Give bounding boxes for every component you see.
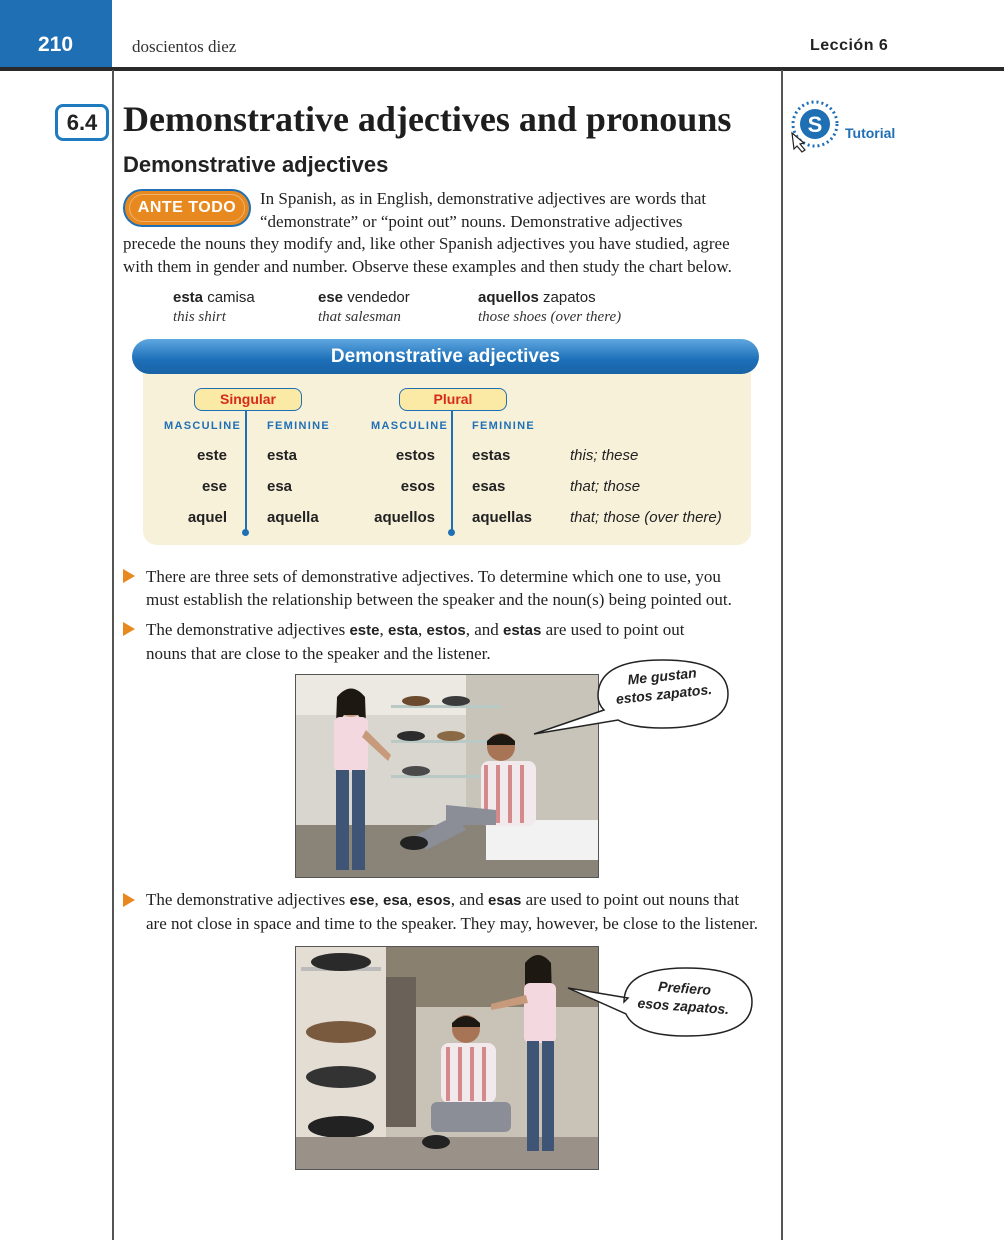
page-number: 210 xyxy=(38,33,74,56)
col-head-feminine: FEMININE xyxy=(267,420,330,432)
chart-cell: aquellos xyxy=(374,509,435,526)
chart-cell: este xyxy=(196,447,227,464)
intro-line: “demonstrate” or “point out” nouns. Demo… xyxy=(260,211,683,231)
bullet-line: The demonstrative adjectives ese, esa, e… xyxy=(146,890,740,909)
chart-translation: that; those (over there) xyxy=(570,509,722,526)
section-subtitle: Demonstrative adjectives xyxy=(123,152,389,177)
chart-cell: aquellas xyxy=(472,509,533,526)
plural-divider xyxy=(451,411,453,531)
bullet-paragraph: The demonstrative adjectives ese, esa, e… xyxy=(146,889,776,935)
photo-shoe-store-far xyxy=(295,946,599,1170)
col-head-masculine: MASCULINE xyxy=(371,420,449,432)
example-english: this shirt xyxy=(173,309,226,325)
col-head-masculine: MASCULINE xyxy=(164,420,242,432)
bullet-arrow-icon xyxy=(123,622,135,636)
bullet-arrow-icon xyxy=(123,893,135,907)
chart-cell: aquella xyxy=(267,509,319,526)
left-margin-rule xyxy=(112,70,114,1240)
section-number: 6.4 xyxy=(55,104,109,141)
chart-cell: aquel xyxy=(187,509,227,526)
bullet-line: are not close in space and time to the s… xyxy=(146,913,759,933)
chart-title: Demonstrative adjectives xyxy=(132,339,759,374)
chart-translation: that; those xyxy=(570,478,641,495)
page-title: Demonstrative adjectives and pronouns xyxy=(123,99,732,139)
example-english: those shoes (over there) xyxy=(478,309,622,325)
tutorial-link[interactable]: Tutorial xyxy=(845,125,895,141)
bullet-line: There are three sets of demonstrative ad… xyxy=(146,567,721,586)
bullet-paragraph: There are three sets of demonstrative ad… xyxy=(146,566,776,611)
intro-line: with them in gender and number. Observe … xyxy=(123,256,732,276)
intro-line: In Spanish, as in English, demonstrative… xyxy=(260,189,707,208)
intro-paragraph-bottom: precede the nouns they modify and, like … xyxy=(123,233,773,278)
plural-divider-dot xyxy=(448,529,455,536)
singular-divider xyxy=(245,411,247,531)
bullet-line: The demonstrative adjectives este, esta,… xyxy=(146,620,685,639)
example-english: that salesman xyxy=(318,309,401,325)
chart-cell: esa xyxy=(267,478,293,495)
chart-cell: esos xyxy=(400,478,435,495)
singular-divider-dot xyxy=(242,529,249,536)
example-spanish: ese vendedor xyxy=(318,289,410,306)
chart-cell: esas xyxy=(472,478,506,495)
bullet-line: must establish the relationship between … xyxy=(146,589,732,609)
header-rule xyxy=(0,67,1004,71)
chart-cell: ese xyxy=(201,478,227,495)
lesson-label: Lección 6 xyxy=(810,37,889,54)
singular-label: Singular xyxy=(194,388,302,411)
page-number-words: doscientos diez xyxy=(132,37,237,56)
example-spanish: aquellos zapatos xyxy=(478,289,596,306)
example-spanish: esta camisa xyxy=(173,289,255,306)
col-head-feminine: FEMININE xyxy=(472,420,535,432)
chart-cell: esta xyxy=(267,447,298,464)
chart-cell: estos xyxy=(395,447,435,464)
intro-paragraph-top: In Spanish, as in English, demonstrative… xyxy=(260,188,770,233)
chart-cell: estas xyxy=(472,447,511,464)
tutorial-icon[interactable]: S xyxy=(786,99,842,153)
intro-line: precede the nouns they modify and, like … xyxy=(123,234,730,253)
chart-translation: this; these xyxy=(570,447,639,464)
ante-todo-badge: ANTE TODO xyxy=(123,189,251,227)
bullet-arrow-icon xyxy=(123,569,135,583)
plural-label: Plural xyxy=(399,388,507,411)
svg-text:S: S xyxy=(808,112,823,137)
right-margin-rule xyxy=(781,70,783,1240)
